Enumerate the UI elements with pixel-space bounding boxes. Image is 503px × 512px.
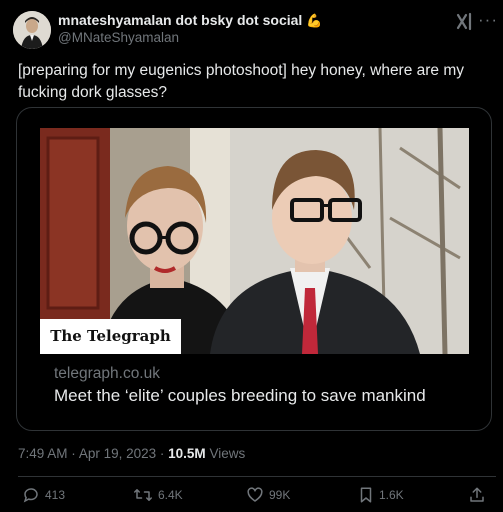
- avatar-image: [13, 11, 51, 49]
- share-button[interactable]: [468, 485, 486, 505]
- like-button[interactable]: 99K: [246, 485, 290, 505]
- tweet-meta: 7:49 AM · Apr 19, 2023 · 10.5M Views: [18, 446, 245, 461]
- grok-icon[interactable]: [454, 11, 476, 33]
- author-name-line[interactable]: mnateshyamalan dot bsky dot social 💪: [58, 12, 322, 29]
- bookmark-button[interactable]: 1.6K: [358, 485, 404, 505]
- author-display-name[interactable]: mnateshyamalan dot bsky dot social: [58, 12, 302, 28]
- card-headline[interactable]: Meet the ‘elite’ couples breeding to sav…: [54, 386, 426, 406]
- card-domain[interactable]: telegraph.co.uk: [54, 365, 160, 383]
- tweet-time[interactable]: 7:49 AM: [18, 446, 68, 461]
- reply-count: 413: [45, 488, 66, 502]
- views-count: 10.5M: [168, 446, 206, 461]
- repost-count: 6.4K: [158, 488, 183, 502]
- meta-separator: ·: [71, 446, 79, 461]
- bookmark-icon: [360, 487, 372, 503]
- divider: [18, 476, 496, 477]
- share-icon: [470, 487, 484, 502]
- reply-icon: [23, 488, 38, 503]
- publisher-badge: The Telegraph: [40, 319, 181, 354]
- tweet-text: [preparing for my eugenics photoshoot] h…: [18, 62, 465, 101]
- bookmark-count: 1.6K: [379, 488, 404, 502]
- author-emoji: 💪: [306, 13, 323, 28]
- reply-button[interactable]: 413: [22, 485, 65, 505]
- views-label: Views: [209, 446, 246, 461]
- publisher-badge-text: The Telegraph: [50, 327, 171, 345]
- repost-button[interactable]: 6.4K: [133, 485, 183, 505]
- avatar[interactable]: [13, 11, 51, 49]
- like-count: 99K: [269, 488, 291, 502]
- tweet-date[interactable]: Apr 19, 2023: [79, 446, 156, 461]
- author-handle[interactable]: @MNateShyamalan: [58, 30, 179, 45]
- meta-separator: ·: [159, 446, 169, 461]
- repost-icon: [134, 489, 152, 501]
- more-icon[interactable]: ···: [478, 10, 498, 30]
- like-icon: [247, 487, 263, 502]
